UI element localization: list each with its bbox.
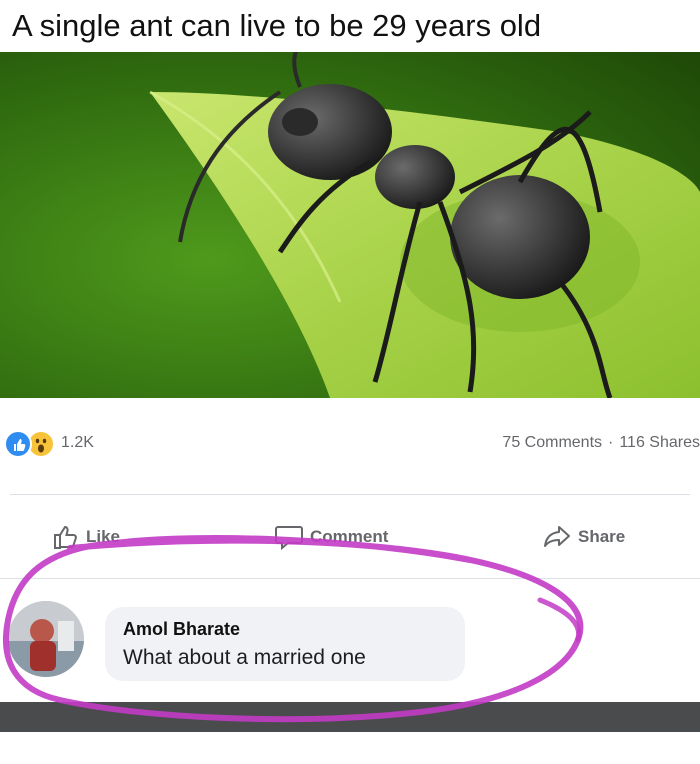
like-reaction-icon bbox=[4, 430, 32, 458]
reactions-summary[interactable]: 1.2K 75 Comments · 116 Shares bbox=[0, 410, 700, 460]
avatar[interactable] bbox=[8, 601, 84, 677]
comment-item: Amol Bharate What about a married one bbox=[0, 595, 700, 695]
ant-photo bbox=[0, 52, 700, 398]
separator-dot: · bbox=[608, 434, 614, 451]
bottom-strip bbox=[0, 702, 700, 732]
post-actions: Like Comment Share bbox=[0, 510, 700, 560]
comment-label: Comment bbox=[310, 527, 389, 546]
comment-bubble-icon bbox=[275, 526, 303, 550]
comment-button[interactable]: Comment bbox=[274, 522, 388, 552]
comments-shares-summary: 75 Comments · 116 Shares bbox=[502, 434, 700, 452]
comment-text: What about a married one bbox=[123, 646, 366, 669]
thumbs-up-icon bbox=[54, 525, 77, 549]
shares-count-link[interactable]: 116 Shares bbox=[619, 434, 700, 451]
comment-author[interactable]: Amol Bharate bbox=[123, 619, 447, 640]
like-button[interactable]: Like bbox=[52, 522, 120, 552]
divider bbox=[10, 494, 690, 495]
share-label: Share bbox=[578, 527, 626, 546]
post-caption: A single ant can live to be 29 years old bbox=[0, 0, 700, 52]
share-arrow-icon bbox=[544, 526, 570, 547]
divider bbox=[0, 578, 700, 579]
comments-count-link[interactable]: 75 Comments bbox=[502, 434, 602, 451]
comment-bubble: Amol Bharate What about a married one bbox=[105, 607, 465, 681]
like-label: Like bbox=[86, 527, 121, 546]
share-button[interactable]: Share bbox=[542, 522, 625, 552]
reaction-count: 1.2K bbox=[61, 434, 94, 451]
